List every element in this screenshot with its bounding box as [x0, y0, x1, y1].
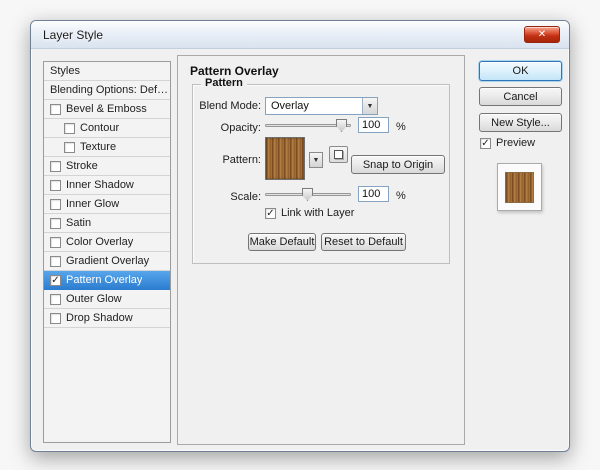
- scale-slider-thumb[interactable]: [302, 188, 313, 201]
- sidebar-item-label: Bevel & Emboss: [66, 103, 147, 115]
- blend-mode-label: Blend Mode:: [199, 100, 261, 112]
- sidebar-item-blending-options[interactable]: Blending Options: Default: [44, 81, 170, 100]
- sidebar-item-label: Inner Glow: [66, 198, 120, 210]
- cancel-button[interactable]: Cancel: [479, 87, 562, 106]
- checkbox[interactable]: [50, 103, 61, 115]
- snap-to-origin-button[interactable]: Snap to Origin: [351, 155, 445, 174]
- sidebar-item-styles[interactable]: Styles: [44, 62, 170, 81]
- pattern-swatch[interactable]: [265, 137, 305, 180]
- checkbox[interactable]: [50, 198, 61, 210]
- sidebar-item-label: Contour: [80, 122, 120, 134]
- chevron-down-icon: ▼: [312, 156, 320, 164]
- opacity-label: Opacity:: [220, 122, 261, 134]
- opacity-slider-thumb[interactable]: [336, 119, 347, 132]
- sidebar-item-stroke[interactable]: Stroke: [44, 157, 170, 176]
- opacity-input[interactable]: [358, 117, 389, 133]
- sidebar-item-drop-shadow[interactable]: Drop Shadow: [44, 309, 170, 328]
- scale-label: Scale:: [230, 191, 261, 203]
- ok-button[interactable]: OK: [479, 61, 562, 81]
- sidebar-item-inner-shadow[interactable]: Inner Shadow: [44, 176, 170, 195]
- checkbox[interactable]: [50, 312, 61, 324]
- sidebar-item-label: Color Overlay: [66, 236, 134, 248]
- link-with-layer-checkbox[interactable]: ✓: [265, 207, 276, 219]
- reset-to-default-button[interactable]: Reset to Default: [321, 233, 406, 251]
- preview-checkbox[interactable]: ✓: [480, 137, 491, 149]
- titlebar[interactable]: Layer Style ✕: [31, 21, 569, 49]
- sidebar-item-bevel-emboss[interactable]: Bevel & Emboss: [44, 100, 170, 119]
- checkbox[interactable]: [50, 160, 61, 172]
- styles-list: Styles Blending Options: Default Bevel &…: [43, 61, 171, 443]
- sidebar-item-label: Outer Glow: [66, 293, 122, 305]
- new-style-button[interactable]: New Style...: [479, 113, 562, 132]
- opacity-unit: %: [396, 121, 406, 133]
- checkbox[interactable]: [50, 293, 61, 305]
- group-legend: Pattern: [201, 77, 247, 89]
- scale-input[interactable]: [358, 186, 389, 202]
- sidebar-item-gradient-overlay[interactable]: Gradient Overlay: [44, 252, 170, 271]
- sidebar-item-label: Texture: [80, 141, 117, 153]
- checkbox[interactable]: [50, 217, 61, 229]
- layer-style-dialog: Layer Style ✕ Styles Blending Options: D…: [30, 20, 570, 452]
- sidebar-item-outer-glow[interactable]: Outer Glow: [44, 290, 170, 309]
- scale-slider[interactable]: [265, 187, 351, 202]
- sidebar-item-pattern-overlay[interactable]: ✓ Pattern Overlay: [44, 271, 170, 290]
- sidebar-item-label: Inner Shadow: [66, 179, 134, 191]
- new-preset-icon: [334, 150, 343, 159]
- blend-mode-value: Overlay: [271, 100, 309, 112]
- blend-mode-select[interactable]: Overlay ▼: [265, 97, 378, 115]
- sidebar-item-texture[interactable]: Texture: [44, 138, 170, 157]
- checkbox[interactable]: [50, 179, 61, 191]
- close-button[interactable]: ✕: [524, 26, 560, 43]
- preview-pattern-image: [505, 172, 534, 203]
- panel-title: Pattern Overlay: [190, 64, 279, 78]
- sidebar-item-label: Gradient Overlay: [66, 255, 150, 267]
- scale-unit: %: [396, 190, 406, 202]
- pattern-overlay-panel: Pattern Overlay Pattern Blend Mode: Over…: [177, 55, 465, 445]
- checkbox[interactable]: ✓: [50, 274, 61, 286]
- checkbox[interactable]: [50, 236, 61, 248]
- screen-background: Layer Style ✕ Styles Blending Options: D…: [0, 0, 600, 470]
- sidebar-item-color-overlay[interactable]: Color Overlay: [44, 233, 170, 252]
- opacity-slider[interactable]: [265, 118, 351, 133]
- pattern-group: Pattern Blend Mode: Overlay ▼ Opacity: %…: [192, 77, 450, 264]
- sidebar-item-label: Styles: [50, 65, 80, 77]
- checkbox[interactable]: [64, 141, 75, 153]
- sidebar-item-label: Satin: [66, 217, 92, 229]
- chevron-down-icon[interactable]: ▼: [362, 98, 377, 114]
- sidebar-item-label: Drop Shadow: [66, 312, 133, 324]
- style-preview-thumbnail: [497, 163, 542, 211]
- sidebar-item-inner-glow[interactable]: Inner Glow: [44, 195, 170, 214]
- sidebar-item-label: Blending Options: Default: [50, 84, 170, 96]
- checkbox[interactable]: [50, 255, 61, 267]
- sidebar-item-contour[interactable]: Contour: [44, 119, 170, 138]
- sidebar-item-satin[interactable]: Satin: [44, 214, 170, 233]
- link-with-layer-label: Link with Layer: [281, 207, 355, 219]
- checkbox[interactable]: [64, 122, 75, 134]
- close-icon: ✕: [537, 29, 547, 40]
- dialog-title: Layer Style: [43, 28, 104, 42]
- make-default-button[interactable]: Make Default: [248, 233, 316, 251]
- sidebar-item-label: Stroke: [66, 160, 98, 172]
- preview-row[interactable]: ✓ Preview: [480, 137, 535, 149]
- preview-label: Preview: [496, 137, 536, 149]
- pattern-label: Pattern:: [222, 154, 261, 166]
- pattern-picker-arrow[interactable]: ▼: [309, 152, 323, 168]
- sidebar-item-label: Pattern Overlay: [66, 274, 143, 286]
- new-pattern-preset-button[interactable]: [329, 146, 348, 163]
- link-with-layer-row[interactable]: ✓ Link with Layer: [265, 207, 354, 219]
